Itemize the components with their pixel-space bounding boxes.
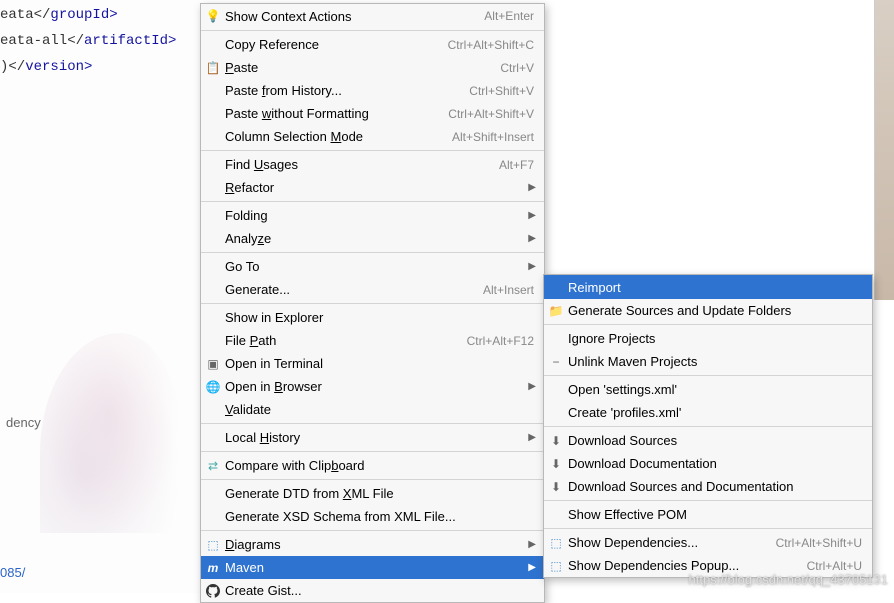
chevron-right-icon: ▶ — [528, 233, 536, 244]
menu-paste-history[interactable]: Paste from History... Ctrl+Shift+V — [201, 79, 544, 102]
menu-find-usages[interactable]: Find Usages Alt+F7 — [201, 153, 544, 176]
minus-icon: − — [548, 354, 564, 370]
menu-generate[interactable]: Generate... Alt+Insert — [201, 278, 544, 301]
download-icon: ⬇ — [548, 479, 564, 495]
submenu-ignore-projects[interactable]: Ignore Projects — [544, 327, 872, 350]
diagram-icon: ⬚ — [548, 535, 564, 551]
menu-show-in-explorer[interactable]: Show in Explorer — [201, 306, 544, 329]
context-menu[interactable]: 💡 Show Context Actions Alt+Enter Copy Re… — [200, 3, 545, 603]
maven-icon: m — [205, 560, 221, 576]
separator — [201, 150, 544, 151]
submenu-show-effective-pom[interactable]: Show Effective POM — [544, 503, 872, 526]
chevron-right-icon: ▶ — [528, 562, 536, 573]
menu-copy-reference[interactable]: Copy Reference Ctrl+Alt+Shift+C — [201, 33, 544, 56]
bulb-icon: 💡 — [205, 8, 221, 24]
right-panel-edge — [874, 0, 894, 300]
chevron-right-icon: ▶ — [528, 539, 536, 550]
folder-icon: 📁 — [548, 303, 564, 319]
menu-goto[interactable]: Go To ▶ — [201, 255, 544, 278]
submenu-unlink-maven[interactable]: − Unlink Maven Projects — [544, 350, 872, 373]
menu-file-path[interactable]: File Path Ctrl+Alt+F12 — [201, 329, 544, 352]
menu-analyze[interactable]: Analyze ▶ — [201, 227, 544, 250]
separator — [544, 426, 872, 427]
menu-open-in-terminal[interactable]: ▣ Open in Terminal — [201, 352, 544, 375]
menu-open-in-browser[interactable]: 🌐 Open in Browser ▶ — [201, 375, 544, 398]
globe-icon: 🌐 — [205, 379, 221, 395]
submenu-open-settings[interactable]: Open 'settings.xml' — [544, 378, 872, 401]
chevron-right-icon: ▶ — [528, 381, 536, 392]
menu-paste[interactable]: 📋 Paste Ctrl+V — [201, 56, 544, 79]
github-icon — [205, 583, 221, 599]
menu-compare-clipboard[interactable]: ⇄ Compare with Clipboard — [201, 454, 544, 477]
menu-column-selection-mode[interactable]: Column Selection Mode Alt+Shift+Insert — [201, 125, 544, 148]
chevron-right-icon: ▶ — [528, 210, 536, 221]
separator — [201, 201, 544, 202]
submenu-show-dependencies[interactable]: ⬚ Show Dependencies... Ctrl+Alt+Shift+U — [544, 531, 872, 554]
separator — [544, 500, 872, 501]
chevron-right-icon: ▶ — [528, 432, 536, 443]
download-icon: ⬇ — [548, 433, 564, 449]
diagram-icon: ⬚ — [548, 558, 564, 574]
chevron-right-icon: ▶ — [528, 261, 536, 272]
submenu-download-sources-docs[interactable]: ⬇ Download Sources and Documentation — [544, 475, 872, 498]
menu-refactor[interactable]: Refactor ▶ — [201, 176, 544, 199]
menu-diagrams[interactable]: ⬚ Diagrams ▶ — [201, 533, 544, 556]
separator — [201, 30, 544, 31]
diagram-icon: ⬚ — [205, 537, 221, 553]
footer-number: 085/ — [0, 565, 25, 580]
clipboard-icon: 📋 — [205, 60, 221, 76]
panel-label: dency — [0, 413, 47, 432]
separator — [544, 375, 872, 376]
chevron-right-icon: ▶ — [528, 182, 536, 193]
menu-folding[interactable]: Folding ▶ — [201, 204, 544, 227]
menu-maven[interactable]: m Maven ▶ — [201, 556, 544, 579]
download-icon: ⬇ — [548, 456, 564, 472]
submenu-create-profiles[interactable]: Create 'profiles.xml' — [544, 401, 872, 424]
separator — [201, 423, 544, 424]
menu-show-context-actions[interactable]: 💡 Show Context Actions Alt+Enter — [201, 4, 544, 28]
separator — [544, 324, 872, 325]
menu-validate[interactable]: Validate — [201, 398, 544, 421]
separator — [201, 451, 544, 452]
separator — [201, 479, 544, 480]
menu-local-history[interactable]: Local History ▶ — [201, 426, 544, 449]
separator — [201, 530, 544, 531]
diff-icon: ⇄ — [205, 458, 221, 474]
submenu-generate-sources[interactable]: 📁 Generate Sources and Update Folders — [544, 299, 872, 322]
separator — [201, 252, 544, 253]
maven-submenu[interactable]: Reimport 📁 Generate Sources and Update F… — [543, 274, 873, 578]
menu-create-gist[interactable]: Create Gist... — [201, 579, 544, 602]
submenu-download-docs[interactable]: ⬇ Download Documentation — [544, 452, 872, 475]
terminal-icon: ▣ — [205, 356, 221, 372]
watermark: https://blog.csdn.net/qq_43705131 — [689, 572, 889, 587]
menu-generate-dtd[interactable]: Generate DTD from XML File — [201, 482, 544, 505]
menu-generate-xsd[interactable]: Generate XSD Schema from XML File... — [201, 505, 544, 528]
menu-paste-without-formatting[interactable]: Paste without Formatting Ctrl+Alt+Shift+… — [201, 102, 544, 125]
submenu-download-sources[interactable]: ⬇ Download Sources — [544, 429, 872, 452]
separator — [201, 303, 544, 304]
separator — [544, 528, 872, 529]
submenu-reimport[interactable]: Reimport — [544, 275, 872, 299]
